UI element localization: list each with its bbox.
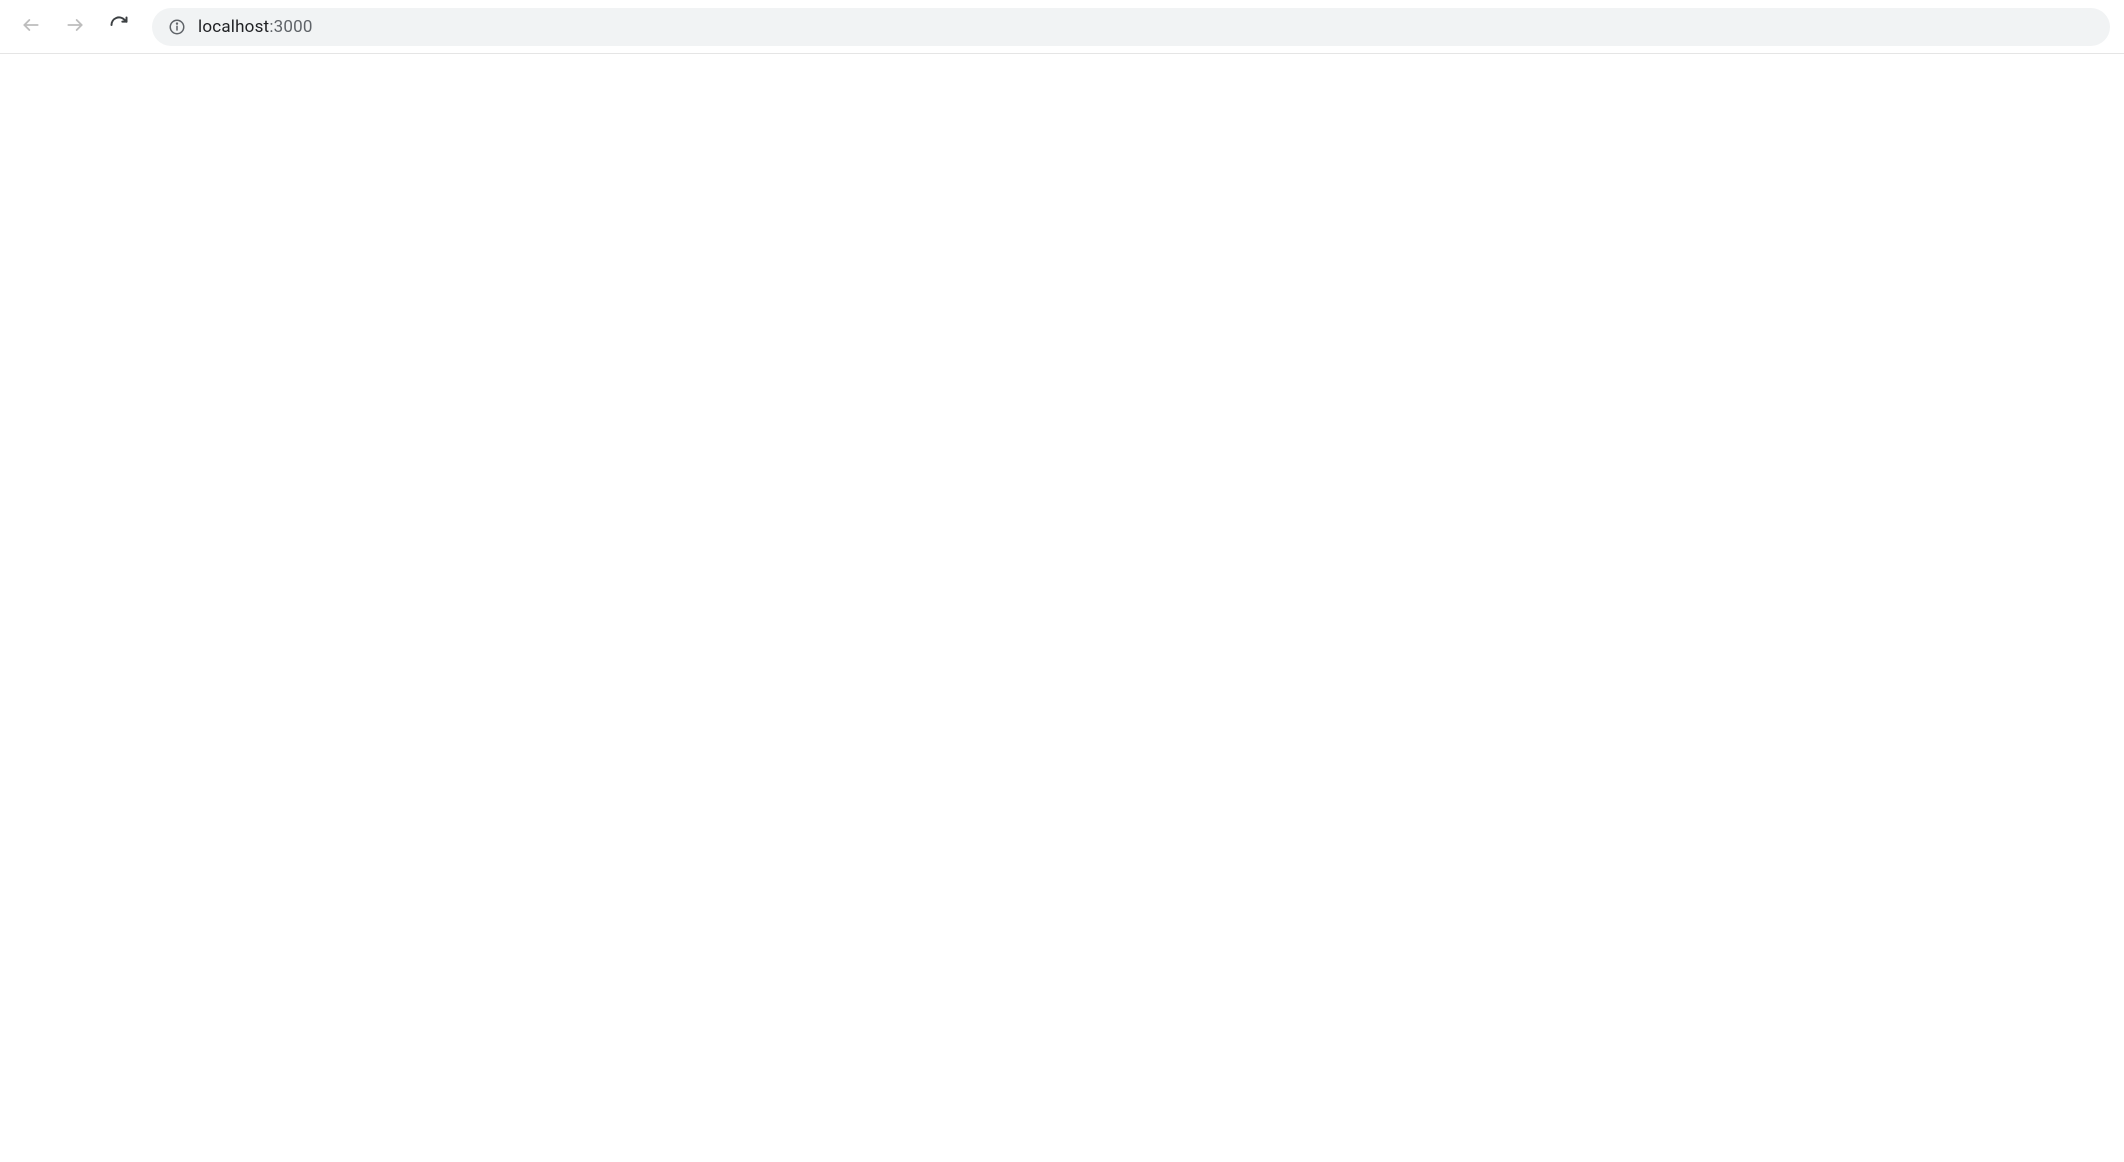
url-host: localhost — [198, 17, 269, 37]
address-bar[interactable]: localhost:3000 — [152, 8, 2110, 46]
info-icon[interactable] — [168, 18, 186, 36]
reload-button[interactable] — [102, 10, 136, 44]
page-content — [0, 54, 2124, 1162]
forward-button[interactable] — [58, 10, 92, 44]
back-button[interactable] — [14, 10, 48, 44]
arrow-right-icon — [65, 15, 85, 38]
arrow-left-icon — [21, 15, 41, 38]
browser-toolbar: localhost:3000 — [0, 0, 2124, 54]
url-display: localhost:3000 — [198, 17, 313, 37]
url-port: 3000 — [274, 17, 313, 37]
reload-icon — [109, 15, 129, 38]
